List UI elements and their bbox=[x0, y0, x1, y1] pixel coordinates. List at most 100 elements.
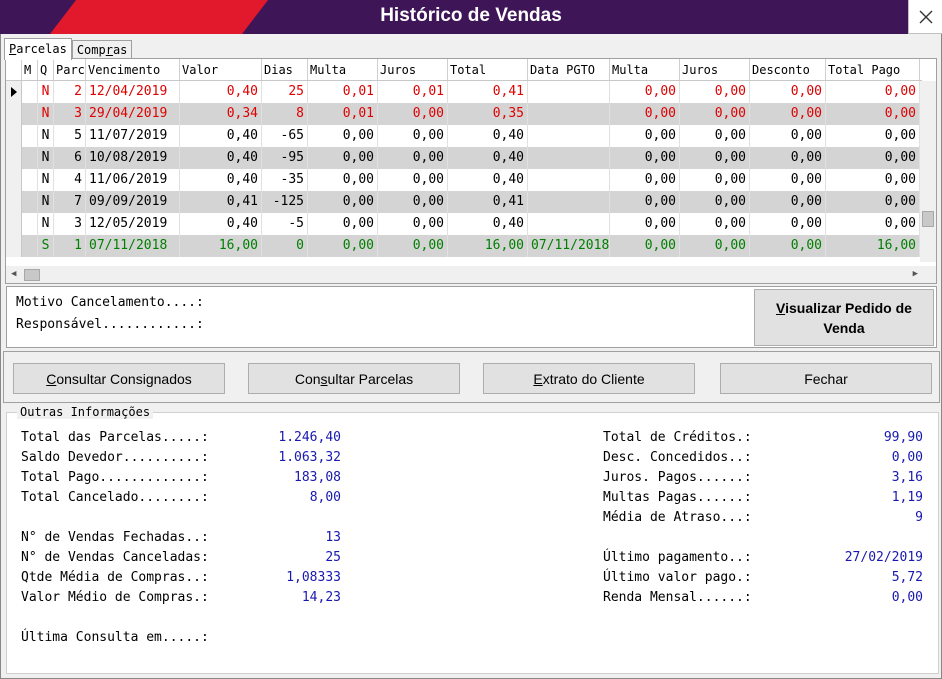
consultar-parcelas-button[interactable]: Con s ultar Parcelas bbox=[248, 363, 460, 394]
table-cell[interactable]: 0,00 bbox=[610, 147, 680, 169]
table-cell[interactable]: 29/04/2019 bbox=[86, 103, 180, 125]
table-cell[interactable]: 07/11/2018 bbox=[86, 235, 180, 257]
table-cell[interactable]: 0,01 bbox=[378, 81, 448, 103]
table-cell[interactable]: 0,00 bbox=[750, 191, 826, 213]
table-cell[interactable]: 0,00 bbox=[680, 81, 750, 103]
table-cell[interactable]: 0,00 bbox=[680, 103, 750, 125]
table-row[interactable]: N 2 12/04/2019 0,40 25 0,01 0,01 0,41 0,00 0,00 0,… bbox=[6, 81, 922, 103]
vertical-scroll-thumb[interactable] bbox=[922, 211, 934, 227]
table-cell[interactable]: 10/08/2019 bbox=[86, 147, 180, 169]
table-cell[interactable]: 16,00 bbox=[448, 235, 528, 257]
table-cell[interactable]: 0,40 bbox=[180, 169, 262, 191]
table-cell[interactable]: N bbox=[38, 169, 54, 191]
table-cell[interactable]: S bbox=[38, 235, 54, 257]
table-cell[interactable]: 09/09/2019 bbox=[86, 191, 180, 213]
row-indicator[interactable] bbox=[6, 169, 22, 191]
table-cell[interactable]: 0,00 bbox=[378, 125, 448, 147]
table-cell[interactable]: 1 bbox=[54, 235, 86, 257]
table-cell[interactable]: 0,40 bbox=[180, 147, 262, 169]
table-cell[interactable]: 0,00 bbox=[750, 125, 826, 147]
table-row[interactable]: N 3 12/05/2019 0,40 -5 0,00 0,00 0,40 0,00 0,00 0,… bbox=[6, 213, 922, 235]
tab-compras[interactable]: Compras bbox=[71, 40, 133, 59]
table-cell[interactable]: 0,00 bbox=[378, 147, 448, 169]
table-cell[interactable] bbox=[22, 169, 38, 191]
table-cell[interactable]: 0,41 bbox=[180, 191, 262, 213]
table-cell[interactable]: 0,00 bbox=[826, 169, 920, 191]
table-cell[interactable]: 3 bbox=[54, 103, 86, 125]
table-cell[interactable] bbox=[528, 169, 610, 191]
table-cell[interactable]: 0,34 bbox=[180, 103, 262, 125]
grid-column-header[interactable]: Total bbox=[448, 59, 528, 80]
table-cell[interactable]: 0,00 bbox=[680, 213, 750, 235]
table-cell[interactable]: 0,00 bbox=[750, 169, 826, 191]
vertical-scrollbar[interactable] bbox=[920, 81, 936, 262]
row-indicator[interactable] bbox=[6, 81, 22, 103]
horizontal-scrollbar[interactable]: ◀ ▶ bbox=[6, 266, 936, 283]
table-cell[interactable]: 0,00 bbox=[308, 191, 378, 213]
consultar-consignados-button[interactable]: Consultar Consignados bbox=[13, 363, 225, 394]
table-cell[interactable]: N bbox=[38, 147, 54, 169]
table-cell[interactable] bbox=[528, 81, 610, 103]
table-cell[interactable] bbox=[22, 191, 38, 213]
table-cell[interactable]: 25 bbox=[262, 81, 308, 103]
table-cell[interactable]: 3 bbox=[54, 213, 86, 235]
table-cell[interactable]: N bbox=[38, 191, 54, 213]
table-cell[interactable]: 0,00 bbox=[826, 191, 920, 213]
table-cell[interactable]: 0,00 bbox=[308, 169, 378, 191]
table-cell[interactable]: 0,00 bbox=[750, 147, 826, 169]
grid-column-header[interactable]: Juros bbox=[680, 59, 750, 80]
table-cell[interactable]: 0,00 bbox=[378, 235, 448, 257]
table-cell[interactable]: 2 bbox=[54, 81, 86, 103]
grid-column-header[interactable]: Total Pago bbox=[826, 59, 920, 80]
table-cell[interactable]: 0,00 bbox=[826, 125, 920, 147]
table-row[interactable]: S 1 07/11/2018 16,00 0 0,00 0,00 16,00 07/11/201… bbox=[6, 235, 922, 257]
table-cell[interactable]: 8 bbox=[262, 103, 308, 125]
view-order-button[interactable]: Visualizar Pedido de Venda bbox=[754, 289, 934, 346]
table-cell[interactable]: 0,41 bbox=[448, 81, 528, 103]
table-cell[interactable] bbox=[22, 125, 38, 147]
table-cell[interactable]: 0,00 bbox=[610, 81, 680, 103]
table-cell[interactable]: 11/07/2019 bbox=[86, 125, 180, 147]
row-indicator[interactable] bbox=[6, 191, 22, 213]
table-cell[interactable]: 0,00 bbox=[610, 125, 680, 147]
table-cell[interactable]: 0,00 bbox=[750, 235, 826, 257]
table-cell[interactable]: 0,00 bbox=[680, 235, 750, 257]
table-cell[interactable]: 0,00 bbox=[308, 125, 378, 147]
table-cell[interactable]: 0,40 bbox=[180, 125, 262, 147]
table-cell[interactable] bbox=[22, 103, 38, 125]
table-cell[interactable]: 0,00 bbox=[610, 169, 680, 191]
table-cell[interactable]: 0,00 bbox=[680, 169, 750, 191]
scroll-right-icon[interactable]: ▶ bbox=[913, 269, 918, 279]
table-row[interactable]: N 7 09/09/2019 0,41 -125 0,00 0,00 0,41 0,00 0,00… bbox=[6, 191, 922, 213]
table-row[interactable]: N 3 29/04/2019 0,34 8 0,01 0,00 0,35 0,00 0,00 0,0… bbox=[6, 103, 922, 125]
grid-column-header[interactable]: Desconto bbox=[750, 59, 826, 80]
table-row[interactable]: N 6 10/08/2019 0,40 -95 0,00 0,00 0,40 0,00 0,00 0… bbox=[6, 147, 922, 169]
table-cell[interactable]: 0,41 bbox=[448, 191, 528, 213]
table-cell[interactable]: -65 bbox=[262, 125, 308, 147]
table-cell[interactable]: 0,40 bbox=[448, 213, 528, 235]
fechar-button[interactable]: Fechar bbox=[720, 363, 932, 394]
table-cell[interactable]: 0,40 bbox=[448, 169, 528, 191]
table-cell[interactable]: 0,00 bbox=[378, 213, 448, 235]
table-cell[interactable]: 0,01 bbox=[308, 81, 378, 103]
table-cell[interactable]: 0,00 bbox=[826, 103, 920, 125]
tab-parcelas[interactable]: Parcelas bbox=[4, 38, 72, 60]
grid-column-header[interactable]: Q bbox=[38, 59, 54, 80]
table-cell[interactable]: 4 bbox=[54, 169, 86, 191]
table-cell[interactable]: 0,40 bbox=[180, 213, 262, 235]
table-cell[interactable]: 0,00 bbox=[308, 235, 378, 257]
table-cell[interactable]: N bbox=[38, 81, 54, 103]
table-cell[interactable]: 0,00 bbox=[680, 125, 750, 147]
table-cell[interactable]: 0,40 bbox=[180, 81, 262, 103]
table-cell[interactable] bbox=[22, 81, 38, 103]
grid-column-header[interactable]: M bbox=[22, 59, 38, 80]
table-cell[interactable] bbox=[528, 125, 610, 147]
table-cell[interactable] bbox=[528, 213, 610, 235]
table-cell[interactable]: 7 bbox=[54, 191, 86, 213]
table-cell[interactable]: -95 bbox=[262, 147, 308, 169]
table-cell[interactable]: 6 bbox=[54, 147, 86, 169]
extrato-cliente-button[interactable]: Extrato do Cliente bbox=[483, 363, 695, 394]
table-cell[interactable]: N bbox=[38, 125, 54, 147]
table-cell[interactable] bbox=[528, 191, 610, 213]
row-indicator[interactable] bbox=[6, 147, 22, 169]
